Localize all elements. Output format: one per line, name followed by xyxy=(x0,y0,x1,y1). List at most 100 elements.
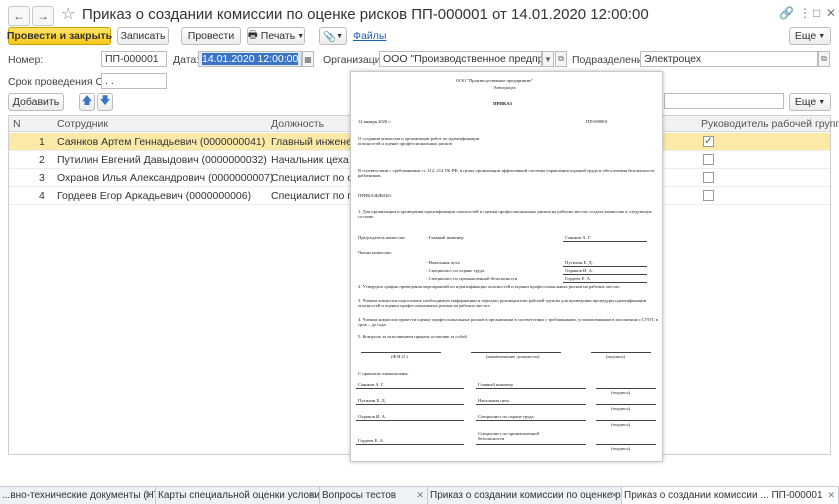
tab-sout-cards[interactable]: Карты специальной оценки условий труда ✕ xyxy=(156,487,320,504)
print-button[interactable]: 🖶 Печать ▼ xyxy=(247,27,305,45)
preview-chair-pos: - Главный инженер xyxy=(426,235,464,240)
row-number: 2 xyxy=(39,154,45,166)
preview-member-name: Охранов И. А. xyxy=(565,268,594,273)
preview-member-name: Путилин Е. Д. xyxy=(565,260,593,265)
preview-p2: 2. Утвердить график проведения мероприят… xyxy=(358,284,621,289)
more-button[interactable]: Еще ▼ xyxy=(789,27,831,45)
back-button[interactable]: ← xyxy=(8,6,30,26)
title-bar: ← → ☆ Приказ о создании комиссии по оцен… xyxy=(0,0,839,28)
link-icon[interactable]: 🔗 xyxy=(779,6,794,20)
post-and-close-button[interactable]: Провести и закрыть xyxy=(7,27,112,45)
close-icon[interactable]: ✕ xyxy=(308,490,316,501)
preview-underline xyxy=(356,388,464,389)
preview-underline xyxy=(476,444,586,445)
row-position: Специалист по охр xyxy=(271,172,351,184)
date-label: Дата: xyxy=(173,54,200,66)
tab-order-document[interactable]: Приказ о создании комиссии ... ПП-000001… xyxy=(622,487,839,504)
preview-doc-title: ПРИКАЗ xyxy=(493,101,512,106)
leader-checkbox[interactable]: ✓ xyxy=(703,136,714,147)
leader-checkbox[interactable] xyxy=(703,154,714,165)
open-windows-tabs: ...вно-технические документы (НТД) ✕ Кар… xyxy=(0,486,839,504)
column-position[interactable]: Должность xyxy=(271,118,324,130)
calendar-button[interactable]: ▦ xyxy=(302,51,314,67)
preview-member-name: Гордеев Е. А. xyxy=(565,276,592,281)
preview-sig-sign: (подпись) xyxy=(606,354,626,359)
add-row-button[interactable]: Добавить xyxy=(8,93,64,111)
column-n[interactable]: N xyxy=(13,118,21,130)
open-icon: ⧉ xyxy=(821,54,827,63)
column-employee[interactable]: Сотрудник xyxy=(57,118,108,130)
close-icon[interactable]: ✕ xyxy=(144,490,152,501)
more-icon[interactable]: ⋮ xyxy=(799,6,811,20)
attach-button[interactable]: 📎 ▼ xyxy=(319,27,347,45)
preview-sig-pos: (наименование должности) xyxy=(486,354,540,359)
print-preview: ООО "Производственное предприятие" Элект… xyxy=(350,71,663,462)
window-title: Приказ о создании комиссии по оценке рис… xyxy=(82,6,649,23)
chevron-down-icon: ▼ xyxy=(297,32,305,40)
preview-dept: Электроцех xyxy=(493,85,516,90)
preview-underline xyxy=(596,388,656,389)
row-employee: Охранов Илья Александрович (0000000007) xyxy=(57,172,274,184)
preview-underline xyxy=(563,282,647,283)
organization-field[interactable]: ООО "Производственное предприятие" xyxy=(379,51,542,67)
tab-order-list[interactable]: Приказ о создании комиссии по оценке р..… xyxy=(428,487,622,504)
maximize-icon[interactable]: □ xyxy=(813,6,820,20)
close-icon[interactable]: ✕ xyxy=(826,6,836,20)
chevron-down-icon: ▼ xyxy=(544,54,552,64)
arrow-right-icon: → xyxy=(37,9,49,23)
preview-intro: В соответствии с требованиями ст. 212, 2… xyxy=(358,168,655,179)
preview-underline xyxy=(563,241,647,242)
forward-button[interactable]: → xyxy=(32,6,54,26)
department-open-button[interactable]: ⧉ xyxy=(818,51,830,67)
department-field[interactable]: Электроцех xyxy=(640,51,818,67)
files-link[interactable]: Файлы xyxy=(353,30,386,42)
close-icon[interactable]: ✕ xyxy=(827,490,835,501)
tab-label: Вопросы тестов xyxy=(322,490,397,501)
column-leader[interactable]: Руководитель рабочей группы xyxy=(701,118,839,130)
move-up-button[interactable]: 🡅 xyxy=(79,93,95,111)
row-number: 4 xyxy=(39,190,45,202)
chevron-down-icon: ▼ xyxy=(818,98,826,106)
period-field[interactable]: . . xyxy=(101,73,167,89)
row-employee: Путилин Евгений Давыдович (0000000032) xyxy=(57,154,267,166)
close-icon[interactable]: ✕ xyxy=(610,490,618,501)
leader-checkbox[interactable] xyxy=(703,190,714,201)
date-value: 14.01.2020 12:00:00 xyxy=(202,53,299,65)
preview-sig-fio: (Ф.И.О.) xyxy=(391,354,408,359)
arrow-up-icon: 🡅 xyxy=(81,95,93,107)
preview-underline xyxy=(563,274,647,275)
preview-member-pos: - Специалист по промышленной безопасност… xyxy=(426,276,518,281)
number-field[interactable]: ПП-000001 xyxy=(101,51,167,67)
toolbar: Провести и закрыть Записать Провести 🖶 П… xyxy=(0,27,839,47)
move-down-button[interactable]: 🡇 xyxy=(97,93,113,111)
tab-ntd[interactable]: ...вно-технические документы (НТД) ✕ xyxy=(0,487,156,504)
preview-underline xyxy=(596,404,656,405)
preview-underline xyxy=(596,420,656,421)
preview-underline xyxy=(563,266,647,267)
preview-underline xyxy=(476,404,586,405)
preview-underline xyxy=(356,444,464,445)
row-employee: Гордеев Егор Аркадьевич (0000000006) xyxy=(57,190,252,202)
organization-dropdown-button[interactable]: ▼ xyxy=(542,51,554,67)
preview-member-pos: - Начальник цеха xyxy=(426,260,460,265)
preview-ack-name: Саянков А. Г. xyxy=(358,382,385,387)
tab-test-questions[interactable]: Вопросы тестов ✕ xyxy=(320,487,428,504)
table-search-field[interactable] xyxy=(664,93,784,109)
preview-subject: О создании комиссии и организации работ … xyxy=(358,136,480,147)
preview-underline xyxy=(361,352,441,353)
date-field[interactable]: 14.01.2020 12:00:00 xyxy=(198,51,302,67)
arrow-down-icon: 🡇 xyxy=(99,95,111,107)
table-more-button[interactable]: Еще ▼ xyxy=(789,93,831,111)
close-icon[interactable]: ✕ xyxy=(416,490,424,501)
leader-checkbox[interactable] xyxy=(703,172,714,183)
calendar-icon: ▦ xyxy=(304,54,312,64)
preview-number: ПП-000001 xyxy=(586,119,608,124)
favorite-star-icon[interactable]: ☆ xyxy=(61,4,75,24)
preview-ack-sign: (подпись) xyxy=(611,446,631,451)
save-button[interactable]: Записать xyxy=(117,27,169,45)
print-label: Печать xyxy=(260,30,296,42)
post-button[interactable]: Провести xyxy=(181,27,241,45)
preview-order: ПРИКАЗЫВАЮ: xyxy=(358,193,392,198)
table-more-label: Еще xyxy=(794,96,817,108)
organization-open-button[interactable]: ⧉ xyxy=(555,51,567,67)
